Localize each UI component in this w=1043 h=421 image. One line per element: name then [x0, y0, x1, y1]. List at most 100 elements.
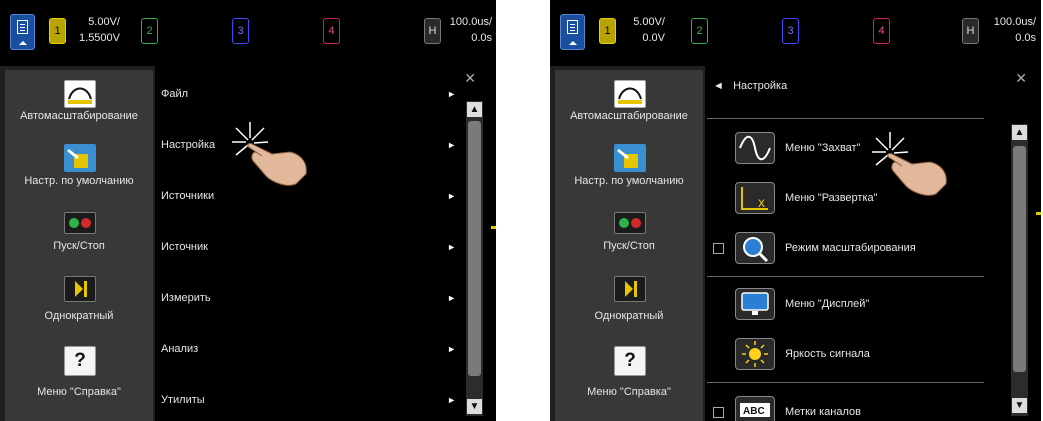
channel-offset: 1.5500V: [79, 32, 120, 44]
channel-1-button[interactable]: 1: [49, 18, 66, 44]
menu-item-label: Утилиты: [161, 394, 205, 406]
menu-item-label: Источник: [161, 241, 208, 253]
run-stop-icon[interactable]: [614, 212, 646, 234]
submenu-arrow-icon: ►: [447, 293, 456, 303]
caret-up-icon: [569, 41, 577, 45]
abc-label-icon: ABC: [735, 396, 775, 421]
quick-actions-sidebar: Автомасштабирование Настр. по умолчанию …: [555, 70, 703, 421]
time-delay: 0.0s: [471, 32, 492, 44]
menu-item-label: Меню "Захват": [785, 142, 861, 154]
channel-4-button[interactable]: 4: [873, 18, 890, 44]
menu-item-label: Измерить: [161, 292, 211, 304]
channel-1-trace-segment: [1036, 212, 1041, 215]
channel-2-button[interactable]: 2: [691, 18, 708, 44]
menu-item-label: Источники: [161, 190, 215, 202]
run-stop-label: Пуск/Стоп: [53, 240, 105, 252]
scroll-up-icon[interactable]: ▲: [1012, 125, 1027, 140]
menu-item-label: Анализ: [161, 343, 199, 355]
menu-item-label: Режим масштабирования: [785, 242, 916, 254]
run-stop-label: Пуск/Стоп: [603, 240, 655, 252]
scroll-down-icon[interactable]: ▼: [467, 399, 482, 414]
close-icon[interactable]: ✕: [1015, 70, 1027, 87]
help-label: Меню "Справка": [37, 386, 121, 398]
channel-1-button[interactable]: 1: [599, 18, 616, 44]
sine-wave-icon: [735, 132, 775, 164]
divider: [707, 276, 984, 277]
autoscale-icon[interactable]: [64, 80, 96, 108]
divider: [707, 382, 984, 383]
menu-item-label: Файл: [161, 88, 189, 100]
scroll-down-icon[interactable]: ▼: [1012, 398, 1027, 413]
menu-item-utilities[interactable]: Утилиты ►: [161, 382, 456, 421]
single-label: Однократный: [44, 310, 114, 322]
menu-item-label: Метки каналов: [785, 406, 861, 418]
submenu-arrow-icon: ►: [447, 89, 456, 99]
channel-labels-checkbox[interactable]: [713, 407, 724, 418]
single-icon[interactable]: [614, 276, 646, 302]
menu-item-label: Меню "Развертка": [785, 192, 878, 204]
menu-item-zoom-mode[interactable]: Режим масштабирования: [705, 232, 995, 270]
menu-item-file[interactable]: Файл ►: [161, 76, 456, 116]
divider: [707, 118, 984, 119]
oscilloscope-screen-right: 1 5.00V/ 0.0V 2 3 4 H 100.0us/ 0.0s Авто…: [550, 0, 1041, 421]
horizontal-button[interactable]: H: [962, 18, 979, 44]
menu-item-analyze[interactable]: Анализ ►: [161, 331, 456, 371]
volts-per-div: 5.00V/: [633, 16, 665, 28]
channel-3-button[interactable]: 3: [232, 18, 249, 44]
help-icon[interactable]: ?: [64, 346, 96, 376]
help-icon[interactable]: ?: [614, 346, 646, 376]
submenu-arrow-icon: ►: [447, 344, 456, 354]
autoscale-icon[interactable]: [614, 80, 646, 108]
default-setup-label: Настр. по умолчанию: [574, 175, 684, 187]
submenu-title: Настройка: [733, 80, 788, 92]
submenu-arrow-icon: ►: [447, 242, 456, 252]
single-icon[interactable]: [64, 276, 96, 302]
submenu-arrow-icon: ►: [447, 191, 456, 201]
channel-2-button[interactable]: 2: [141, 18, 158, 44]
close-icon[interactable]: ✕: [464, 70, 476, 87]
menu-panel: Автомасштабирование Настр. по умолчанию …: [0, 66, 496, 421]
help-label: Меню "Справка": [587, 386, 671, 398]
touch-hand-icon: [232, 122, 307, 186]
document-icon: [17, 20, 28, 34]
document-icon: [567, 20, 578, 34]
timebase-readout: 100.0us/ 0.0s: [440, 14, 492, 46]
single-label: Однократный: [594, 310, 664, 322]
back-arrow-icon[interactable]: ◄: [713, 80, 724, 92]
default-setup-icon[interactable]: [64, 144, 96, 172]
scroll-thumb[interactable]: [468, 121, 481, 376]
menu-scrollbar[interactable]: ▲ ▼: [466, 101, 483, 416]
svg-text:x: x: [758, 194, 765, 210]
menu-item-channel-labels[interactable]: ABC Метки каналов: [705, 396, 995, 421]
channel-4-button[interactable]: 4: [323, 18, 340, 44]
menu-scrollbar[interactable]: ▲ ▼: [1011, 124, 1028, 416]
scroll-up-icon[interactable]: ▲: [467, 102, 482, 117]
default-setup-icon[interactable]: [614, 144, 646, 172]
menu-item-source[interactable]: Источник ►: [161, 229, 456, 269]
time-per-div: 100.0us/: [449, 16, 492, 28]
main-menu-button[interactable]: [10, 14, 35, 50]
sun-icon: [735, 338, 775, 370]
run-stop-icon[interactable]: [64, 212, 96, 234]
horizontal-button[interactable]: H: [424, 18, 441, 44]
submenu-arrow-icon: ►: [447, 140, 456, 150]
main-menu-button[interactable]: [560, 14, 585, 50]
oscilloscope-screen-left: 1 5.00V/ 1.5500V 2 3 4 H 100.0us/ 0.0s А…: [0, 0, 496, 421]
abc-label-text: ABC: [743, 406, 765, 417]
channel-scale-readout: 5.00V/ 0.0V: [625, 14, 665, 46]
submenu-header[interactable]: ◄ Настройка: [713, 80, 787, 92]
zoom-mode-checkbox[interactable]: [713, 243, 724, 254]
submenu-arrow-icon: ►: [447, 395, 456, 405]
menu-item-label: Меню "Дисплей": [785, 298, 870, 310]
top-bar: 1 5.00V/ 0.0V 2 3 4 H 100.0us/ 0.0s: [550, 0, 1041, 62]
scroll-thumb[interactable]: [1013, 146, 1026, 372]
horizontal-axis-icon: x: [735, 182, 775, 214]
menu-item-waveform-intensity[interactable]: Яркость сигнала: [705, 338, 995, 376]
time-per-div: 100.0us/: [993, 16, 1036, 28]
timebase-readout: 100.0us/ 0.0s: [984, 14, 1036, 46]
menu-item-display[interactable]: Меню "Дисплей": [705, 288, 995, 326]
channel-3-button[interactable]: 3: [782, 18, 799, 44]
magnifier-icon: [735, 232, 775, 264]
menu-item-measure[interactable]: Измерить ►: [161, 280, 456, 320]
time-delay: 0.0s: [1015, 32, 1036, 44]
